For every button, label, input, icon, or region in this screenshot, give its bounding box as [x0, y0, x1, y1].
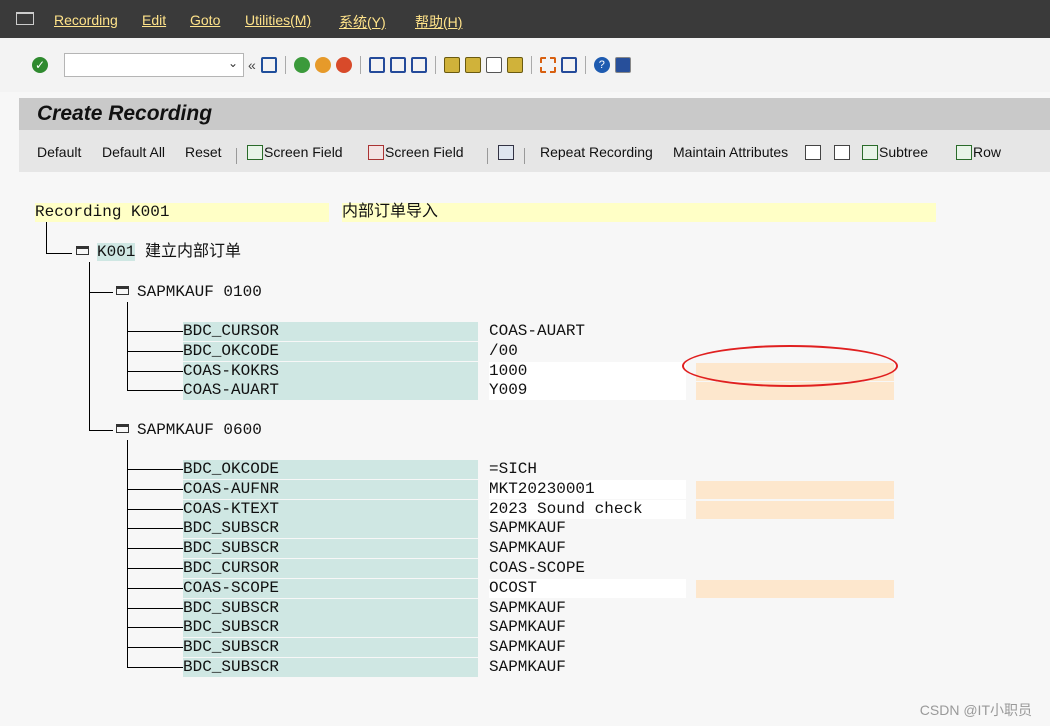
- screen-node-0100[interactable]: SAPMKAUF 0100: [116, 282, 262, 302]
- transaction-code: K001: [97, 243, 136, 261]
- find-icon[interactable]: [389, 57, 406, 73]
- layout-icon[interactable]: [614, 57, 631, 73]
- field-name: BDC_SUBSCR: [183, 598, 478, 618]
- folder-open-icon: [116, 424, 129, 433]
- row-button[interactable]: Row: [956, 144, 1001, 160]
- menu-utilities[interactable]: Utilities(M): [245, 12, 311, 28]
- field-value: =SICH: [489, 460, 538, 478]
- watermark: CSDN @IT小职员: [919, 702, 1032, 718]
- first-page-icon[interactable]: [443, 57, 460, 73]
- chevron-down-icon[interactable]: ⌄: [228, 56, 238, 70]
- row-icon: [956, 145, 972, 160]
- edit-button[interactable]: [498, 144, 515, 160]
- expand-icon: [805, 145, 821, 160]
- field-value: SAPMKAUF: [489, 618, 566, 637]
- default-all-button[interactable]: Default All: [102, 144, 165, 160]
- reset-button[interactable]: Reset: [185, 144, 222, 160]
- repeat-recording-button[interactable]: Repeat Recording: [540, 144, 653, 160]
- maintain-attributes-button[interactable]: Maintain Attributes: [673, 144, 788, 160]
- prev-page-icon[interactable]: [464, 57, 481, 73]
- field-default-value[interactable]: [696, 480, 894, 499]
- command-input[interactable]: [68, 55, 222, 77]
- field-value: COAS-AUART: [489, 322, 586, 340]
- annotation-ellipse: [682, 345, 898, 387]
- subtree-icon: [862, 145, 878, 160]
- field-name: COAS-AUART: [183, 381, 478, 401]
- cancel-icon[interactable]: [335, 57, 352, 73]
- field-value: SAPMKAUF: [489, 638, 566, 657]
- field-name: COAS-KTEXT: [183, 499, 478, 519]
- field-name: BDC_SUBSCR: [183, 638, 478, 658]
- recording-label: Recording K001: [35, 203, 329, 222]
- field-name: BDC_SUBSCR: [183, 539, 478, 559]
- menu-help[interactable]: 帮助(H): [415, 12, 462, 32]
- save-icon[interactable]: [260, 57, 277, 73]
- field-value: COAS-SCOPE: [489, 559, 586, 577]
- field-name: BDC_SUBSCR: [183, 618, 478, 638]
- field-value: SAPMKAUF: [489, 598, 566, 617]
- field-name: BDC_CURSOR: [183, 559, 478, 578]
- back-icon[interactable]: [293, 57, 310, 73]
- page-title: Create Recording: [37, 102, 213, 125]
- find-next-icon[interactable]: [410, 57, 427, 73]
- field-value: SAPMKAUF: [489, 539, 566, 558]
- field-value[interactable]: OCOST: [489, 578, 686, 598]
- collapse-icon[interactable]: «: [248, 57, 256, 73]
- field-name: BDC_SUBSCR: [183, 519, 478, 539]
- toolbar-icons: « ?: [248, 54, 631, 76]
- insert-screen-field-button[interactable]: Screen Field: [247, 144, 343, 160]
- subtree-button[interactable]: Subtree: [862, 144, 928, 160]
- menu-bar: Recording Edit Goto Utilities(M) 系统(Y) 帮…: [0, 0, 1050, 38]
- title-bar: Create Recording: [19, 98, 1050, 130]
- field-name: BDC_CURSOR: [183, 322, 478, 341]
- recording-description: 内部订单导入: [342, 203, 936, 222]
- field-value: SAPMKAUF: [489, 519, 566, 538]
- next-page-icon[interactable]: [485, 57, 502, 73]
- field-name: BDC_OKCODE: [183, 460, 478, 479]
- field-name: BDC_OKCODE: [183, 341, 478, 361]
- expand-button[interactable]: [805, 144, 822, 160]
- folder-open-icon: [116, 286, 129, 295]
- collapse-button[interactable]: [834, 144, 851, 160]
- command-field[interactable]: ⌄: [64, 53, 244, 77]
- enter-icon[interactable]: ✓: [32, 57, 48, 73]
- shortcut-icon[interactable]: [560, 57, 577, 73]
- menu-edit[interactable]: Edit: [142, 12, 166, 28]
- field-value[interactable]: MKT20230001: [489, 479, 686, 499]
- exit-icon[interactable]: [314, 57, 331, 73]
- field-value[interactable]: Y009: [489, 381, 686, 401]
- menu-goto[interactable]: Goto: [190, 12, 220, 28]
- field-value[interactable]: 2023 Sound check: [489, 499, 686, 519]
- menu-system[interactable]: 系统(Y): [339, 12, 386, 32]
- transaction-node[interactable]: K001 建立内部订单: [76, 242, 241, 262]
- delete-screen-field-button[interactable]: Screen Field: [368, 144, 464, 160]
- field-name: COAS-AUFNR: [183, 479, 478, 499]
- print-icon[interactable]: [368, 57, 385, 73]
- menu-grip-icon[interactable]: [16, 12, 34, 25]
- field-default-value[interactable]: [696, 579, 894, 598]
- field-value: SAPMKAUF: [489, 658, 566, 676]
- new-session-icon[interactable]: [539, 57, 556, 73]
- field-name: COAS-SCOPE: [183, 578, 478, 598]
- edit-icon: [498, 145, 514, 160]
- collapse-tree-icon: [834, 145, 850, 160]
- insert-field-icon: [247, 145, 263, 160]
- last-page-icon[interactable]: [506, 57, 523, 73]
- field-name: BDC_SUBSCR: [183, 658, 478, 677]
- field-name: COAS-KOKRS: [183, 361, 478, 381]
- field-value[interactable]: 1000: [489, 361, 686, 381]
- transaction-text: 建立内部订单: [145, 243, 242, 261]
- default-button[interactable]: Default: [37, 144, 81, 160]
- field-default-value[interactable]: [696, 500, 894, 519]
- field-value: /00: [489, 341, 518, 360]
- menu-recording[interactable]: Recording: [54, 12, 118, 28]
- application-toolbar: Default Default All Reset Screen Field S…: [19, 130, 1050, 172]
- folder-open-icon: [76, 246, 89, 255]
- delete-field-icon: [368, 145, 384, 160]
- help-icon[interactable]: ?: [593, 57, 610, 73]
- screen-node-0600[interactable]: SAPMKAUF 0600: [116, 420, 262, 440]
